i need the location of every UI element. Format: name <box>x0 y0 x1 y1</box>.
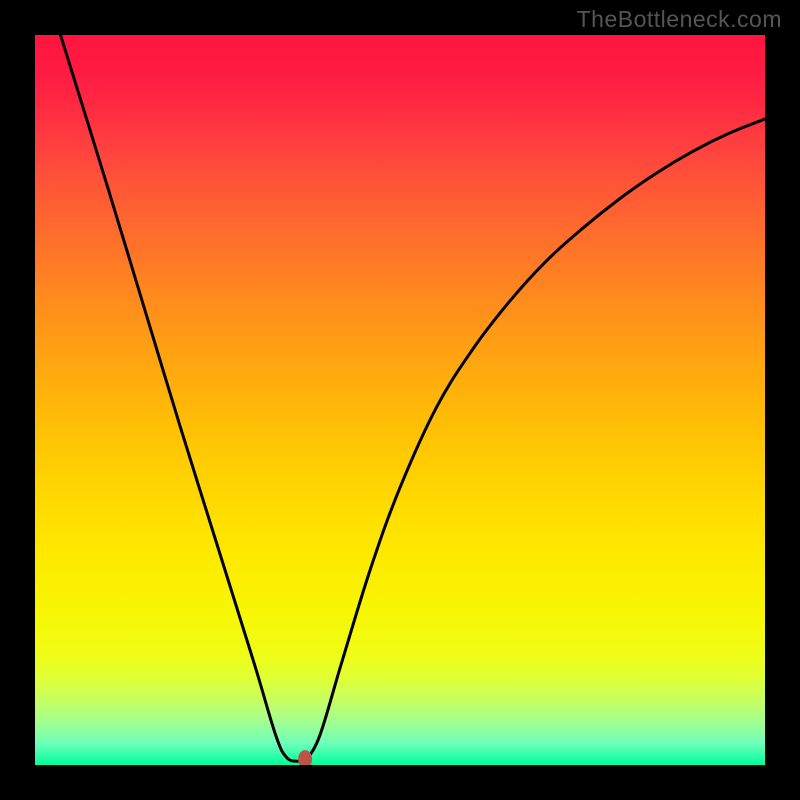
plot-area <box>35 35 765 765</box>
curve-group <box>61 35 765 765</box>
left-branch-line <box>61 35 298 761</box>
right-branch-line <box>305 119 765 761</box>
watermark-text: TheBottleneck.com <box>577 6 782 33</box>
chart-svg <box>35 35 765 765</box>
